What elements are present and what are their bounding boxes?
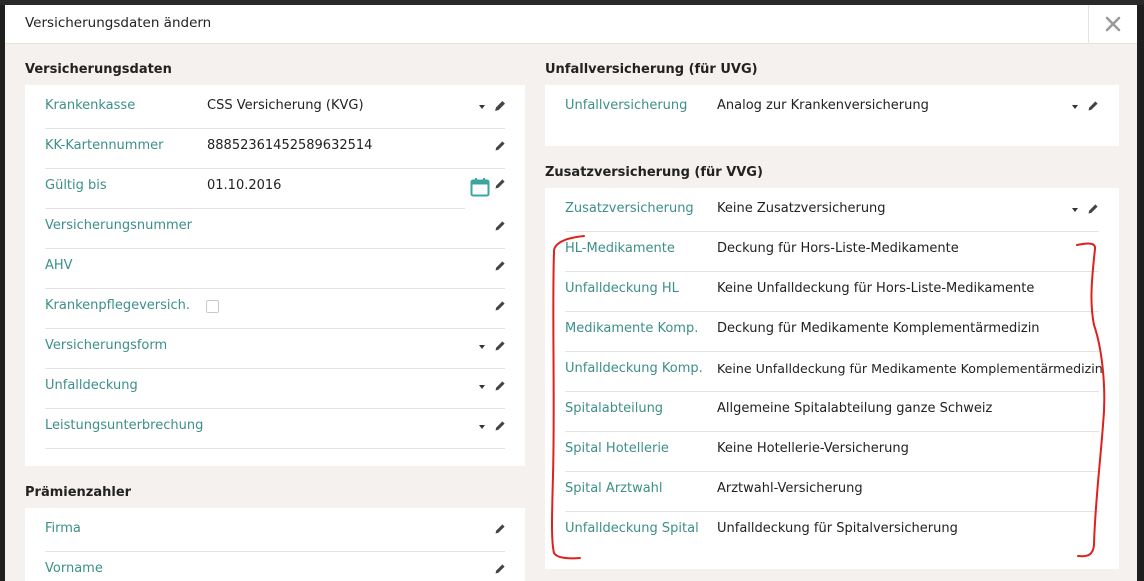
close-button[interactable] — [1088, 5, 1137, 43]
caret-down-icon[interactable] — [1072, 208, 1078, 212]
modal-dialog: Versicherungsdaten ändern Versicherungsd… — [5, 5, 1137, 581]
pencil-icon[interactable] — [494, 380, 506, 392]
spital-hotellerie-value[interactable]: Keine Hotellerie-Versicherung — [717, 441, 909, 456]
caret-down-icon[interactable] — [479, 105, 485, 109]
label-spital-arztwahl: Spital Arztwahl — [565, 481, 663, 496]
row-spital-hotellerie: Spital Hotellerie Keine Hotellerie-Versi… — [565, 432, 1099, 472]
section-title-versicherungsdaten: Versicherungsdaten — [25, 62, 172, 77]
label-medikamente-komp: Medikamente Komp. — [565, 321, 699, 336]
pencil-icon[interactable] — [1087, 100, 1099, 112]
panel-uvg: Unfallversicherung Analog zur Krankenver… — [545, 85, 1119, 146]
row-gueltig-bis: Gültig bis 01.10.2016 — [45, 169, 505, 209]
label-unfalldeckung: Unfalldeckung — [45, 378, 138, 393]
row-spital-arztwahl: Spital Arztwahl Arztwahl-Versicherung — [565, 472, 1099, 512]
row-vorname: Vorname — [45, 552, 505, 581]
row-unfalldeckung-komp: Unfalldeckung Komp. Keine Unfalldeckung … — [565, 352, 1103, 392]
pencil-icon[interactable] — [494, 100, 506, 112]
row-medikamente-komp: Medikamente Komp. Deckung für Medikament… — [565, 312, 1099, 352]
hl-medikamente-value[interactable]: Deckung für Hors-Liste-Medikamente — [717, 241, 959, 256]
row-ahv: AHV — [45, 249, 505, 289]
row-zusatzversicherung: Zusatzversicherung Keine Zusatzversicher… — [565, 192, 1099, 232]
label-zusatzversicherung: Zusatzversicherung — [565, 201, 694, 216]
row-versicherungsform: Versicherungsform — [45, 329, 505, 369]
label-versicherungsform: Versicherungsform — [45, 338, 168, 353]
label-hl-medikamente: HL-Medikamente — [565, 241, 675, 256]
row-spitalabteilung: Spitalabteilung Allgemeine Spitalabteilu… — [565, 392, 1099, 432]
row-unfalldeckung-hl: Unfalldeckung HL Keine Unfalldeckung für… — [565, 272, 1099, 312]
section-title-vvg: Zusatzversicherung (für VVG) — [545, 165, 763, 180]
label-kk-kartennummer: KK-Kartennummer — [45, 138, 164, 153]
caret-down-icon[interactable] — [1072, 105, 1078, 109]
pencil-icon[interactable] — [494, 420, 506, 432]
row-hl-medikamente: HL-Medikamente Deckung für Hors-Liste-Me… — [565, 232, 1099, 272]
row-unfalldeckung: Unfalldeckung — [45, 369, 505, 409]
label-krankenpflegeversich: Krankenpflegeversich. — [45, 298, 191, 313]
modal-title: Versicherungsdaten ändern — [25, 15, 212, 31]
section-title-praemienzahler: Prämienzahler — [25, 485, 132, 500]
unfallversicherung-select[interactable]: Analog zur Krankenversicherung — [717, 98, 929, 113]
spitalabteilung-value[interactable]: Allgemeine Spitalabteilung ganze Schweiz — [717, 401, 992, 416]
kk-kartennummer-input[interactable]: 88852361452589632514 — [207, 138, 372, 153]
row-unfalldeckung-spital: Unfalldeckung Spital Unfalldeckung für S… — [565, 512, 1099, 552]
gueltig-bis-input[interactable]: 01.10.2016 — [207, 178, 281, 193]
label-leistungsunterbrechung: Leistungsunterbrechung — [45, 418, 204, 433]
unfalldeckung-spital-value[interactable]: Unfalldeckung für Spitalversicherung — [717, 521, 958, 536]
krankenkasse-select[interactable]: CSS Versicherung (KVG) — [207, 98, 364, 113]
label-unfalldeckung-hl: Unfalldeckung HL — [565, 281, 679, 296]
label-vorname: Vorname — [45, 561, 103, 576]
pencil-icon[interactable] — [494, 300, 506, 312]
pencil-icon[interactable] — [494, 260, 506, 272]
modal-header: Versicherungsdaten ändern — [5, 5, 1137, 44]
label-krankenkasse: Krankenkasse — [45, 98, 136, 113]
pencil-icon[interactable] — [494, 563, 506, 575]
row-krankenkasse: Krankenkasse CSS Versicherung (KVG) — [45, 89, 506, 129]
caret-down-icon[interactable] — [479, 345, 485, 349]
spital-arztwahl-value[interactable]: Arztwahl-Versicherung — [717, 481, 863, 496]
medikamente-komp-value[interactable]: Deckung für Medikamente Komplementärmedi… — [717, 321, 1040, 336]
pencil-icon[interactable] — [494, 220, 506, 232]
caret-down-icon[interactable] — [479, 385, 485, 389]
calendar-icon[interactable] — [470, 177, 490, 197]
row-underline — [45, 448, 505, 449]
label-unfallversicherung: Unfallversicherung — [565, 98, 688, 113]
label-gueltig-bis: Gültig bis — [45, 178, 107, 193]
section-title-uvg: Unfallversicherung (für UVG) — [545, 62, 758, 77]
pencil-icon[interactable] — [494, 523, 506, 535]
row-kk-kartennummer: KK-Kartennummer 88852361452589632514 — [45, 129, 505, 169]
label-ahv: AHV — [45, 258, 73, 273]
unfalldeckung-komp-value[interactable]: Keine Unfalldeckung für Medikamente Komp… — [717, 361, 1103, 376]
label-spitalabteilung: Spitalabteilung — [565, 401, 664, 416]
pencil-icon[interactable] — [494, 140, 506, 152]
label-versicherungsnummer: Versicherungsnummer — [45, 218, 192, 233]
pencil-icon[interactable] — [494, 178, 506, 190]
panel-versicherungsdaten: Krankenkasse CSS Versicherung (KVG) KK-K… — [25, 85, 525, 466]
panel-vvg: Zusatzversicherung Keine Zusatzversicher… — [545, 188, 1119, 569]
row-leistungsunterbrechung: Leistungsunterbrechung — [45, 409, 505, 449]
label-unfalldeckung-spital: Unfalldeckung Spital — [565, 521, 699, 536]
panel-praemienzahler: Firma Vorname — [25, 508, 525, 581]
row-firma: Firma — [45, 512, 505, 552]
row-versicherungsnummer: Versicherungsnummer — [45, 209, 505, 249]
unfalldeckung-hl-value[interactable]: Keine Unfalldeckung für Hors-Liste-Medik… — [717, 281, 1034, 296]
close-icon — [1105, 16, 1121, 32]
label-spital-hotellerie: Spital Hotellerie — [565, 441, 669, 456]
krankenpflegeversich-checkbox[interactable] — [206, 300, 219, 313]
row-krankenpflegeversich: Krankenpflegeversich. — [45, 289, 505, 329]
zusatzversicherung-select[interactable]: Keine Zusatzversicherung — [717, 201, 886, 216]
pencil-icon[interactable] — [494, 340, 506, 352]
label-firma: Firma — [45, 521, 81, 536]
row-unfallversicherung: Unfallversicherung Analog zur Krankenver… — [565, 89, 1099, 129]
label-unfalldeckung-komp: Unfalldeckung Komp. — [565, 361, 703, 376]
caret-down-icon[interactable] — [479, 425, 485, 429]
pencil-icon[interactable] — [1087, 203, 1099, 215]
